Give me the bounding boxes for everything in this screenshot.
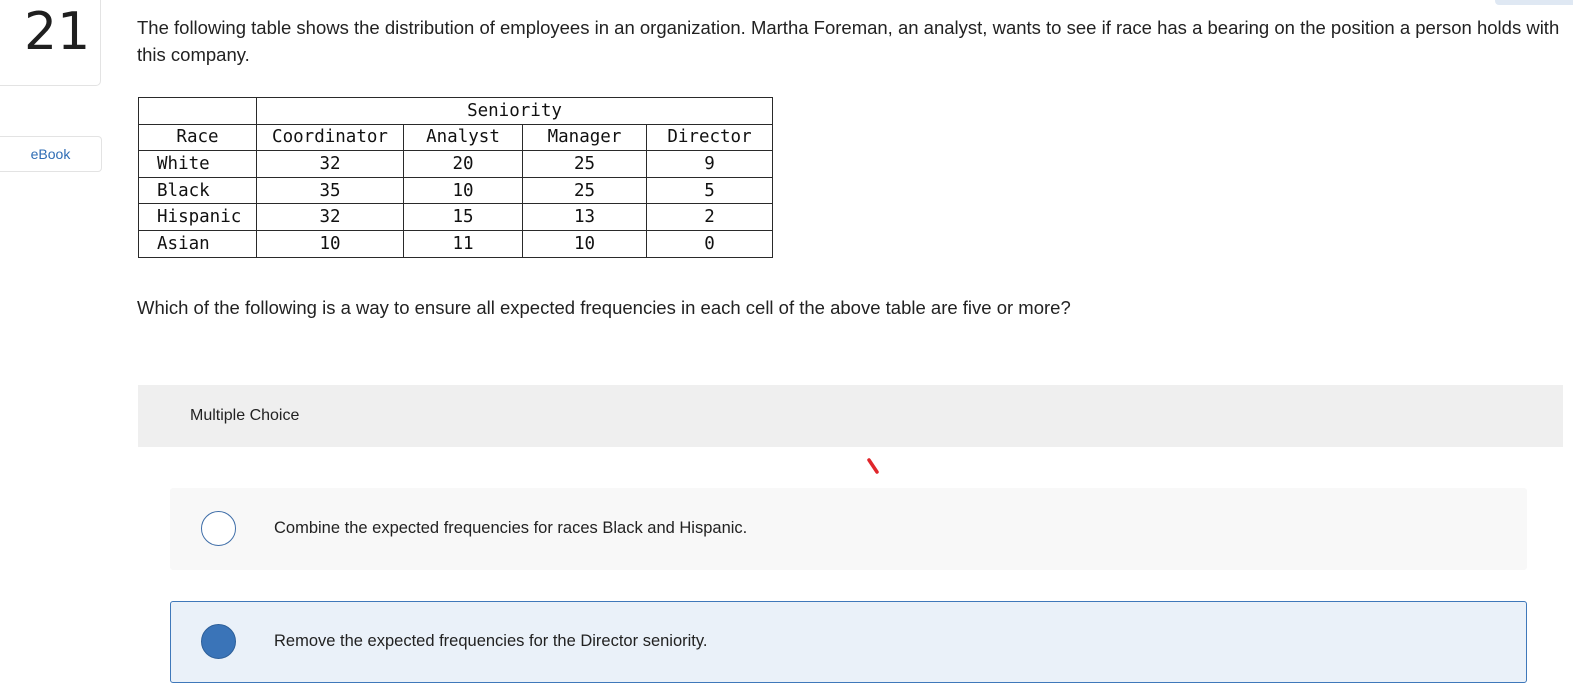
radio-unselected-icon[interactable] [201, 511, 236, 546]
column-header-manager: Manager [522, 123, 647, 152]
table-empty-corner [138, 97, 257, 125]
table-row: Hispanic 32 15 13 2 [138, 203, 773, 231]
table-cell: 25 [522, 150, 647, 178]
multiple-choice-body: Combine the expected frequencies for rac… [138, 447, 1563, 692]
table-cell: 9 [646, 150, 773, 178]
column-header-director: Director [646, 123, 773, 152]
table-row: Asian 10 11 10 0 [138, 229, 773, 258]
table-cell: 32 [256, 150, 404, 178]
row-label: Asian [138, 229, 257, 258]
table-group-header: Seniority [256, 97, 773, 125]
seniority-table: Seniority Race Coordinator Analyst Manag… [138, 97, 773, 258]
table-cell: 2 [646, 203, 773, 231]
table-cell: 15 [403, 203, 523, 231]
multiple-choice-header: Multiple Choice [138, 385, 1563, 447]
choice-text: Combine the expected frequencies for rac… [274, 519, 748, 537]
row-label: Black [138, 176, 257, 205]
table-cell: 13 [522, 203, 647, 231]
table-group-header-row: Seniority [138, 97, 773, 125]
question-text: The following table shows the distributi… [137, 17, 1560, 65]
question-number: 21 [24, 2, 91, 62]
multiple-choice-label: Multiple Choice [190, 407, 300, 424]
table-cell: 20 [403, 150, 523, 178]
table-row: Black 35 10 25 5 [138, 176, 773, 205]
row-label: White [138, 150, 257, 178]
table-cell: 35 [256, 176, 404, 205]
table-cell: 25 [522, 176, 647, 205]
prompt-text: Which of the following is a way to ensur… [137, 297, 1071, 318]
choice-option-b[interactable]: Remove the expected frequencies for the … [170, 601, 1527, 683]
table-row-header: Race [138, 123, 257, 152]
choice-text: Remove the expected frequencies for the … [274, 632, 708, 650]
radio-selected-icon[interactable] [201, 624, 236, 659]
column-header-coordinator: Coordinator [256, 123, 404, 152]
ebook-button[interactable]: eBook [0, 136, 102, 172]
row-label: Hispanic [138, 203, 257, 231]
column-header-analyst: Analyst [403, 123, 523, 152]
table-row: White 32 20 25 9 [138, 150, 773, 178]
table-cell: 10 [256, 229, 404, 258]
table-cell: 10 [403, 176, 523, 205]
multiple-choice-panel: Multiple Choice Combine the expected fre… [138, 385, 1563, 692]
top-right-tab [1495, 0, 1573, 5]
table-cell: 32 [256, 203, 404, 231]
choice-option-a[interactable]: Combine the expected frequencies for rac… [170, 488, 1527, 570]
question-number-box: 21 [0, 0, 101, 86]
table-cell: 0 [646, 229, 773, 258]
table-cell: 10 [522, 229, 647, 258]
table-cell: 5 [646, 176, 773, 205]
table-cell: 11 [403, 229, 523, 258]
table-header-row: Race Coordinator Analyst Manager Directo… [138, 123, 773, 152]
red-annotation-mark-icon [867, 458, 879, 474]
